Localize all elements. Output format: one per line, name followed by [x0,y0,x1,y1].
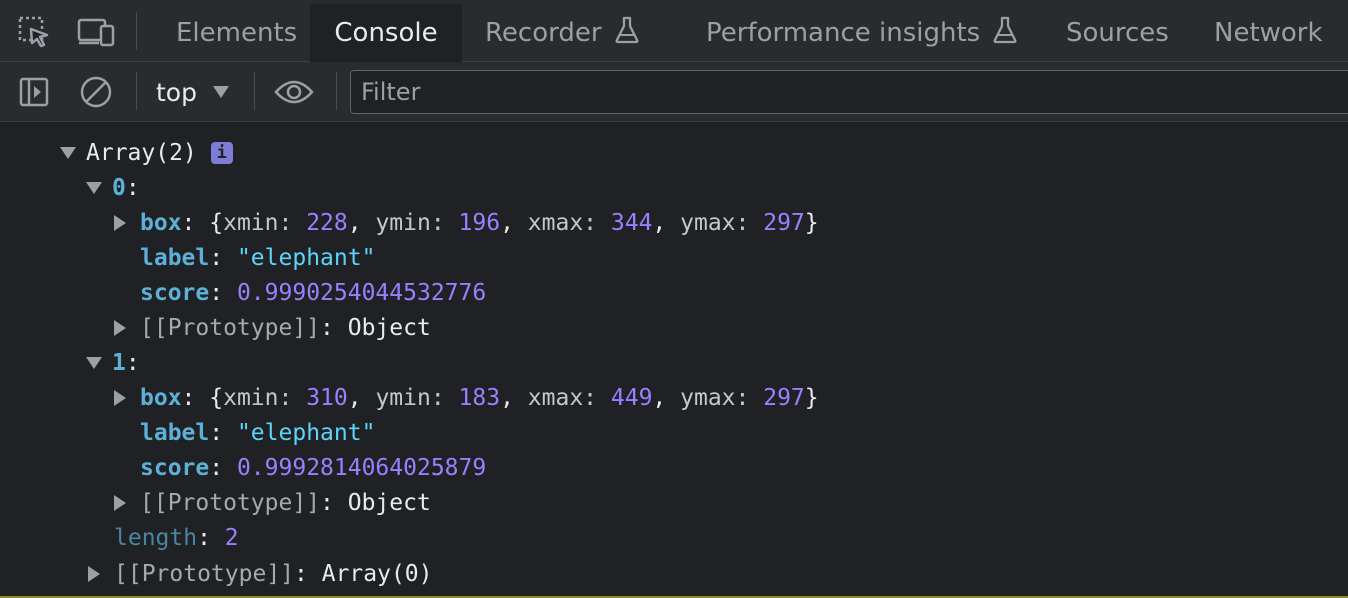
collapsed-triangle-icon[interactable] [88,565,100,582]
device-toolbar-icon[interactable] [76,12,116,52]
tab-recorder[interactable]: Recorder [485,4,645,62]
prototype-row[interactable]: [[Prototype]]: Object [114,310,431,345]
array-item-index-row[interactable]: 0: [86,170,140,205]
prototype-row[interactable]: [[Prototype]]: Object [114,485,431,520]
info-icon[interactable]: i [210,141,233,164]
tab-console[interactable]: Console [310,4,462,62]
tab-elements[interactable]: Elements [176,4,297,62]
clear-console-icon[interactable] [76,72,116,112]
box-property-row[interactable]: box: {xmin: 228, ymin: 196, xmax: 344, y… [114,205,819,240]
sidebar-toggle-icon[interactable] [14,72,54,112]
live-expression-icon[interactable] [272,72,316,112]
array-header-row[interactable]: Array(2) i [60,135,233,170]
box-property-row[interactable]: box: {xmin: 310, ymin: 183, xmax: 449, y… [114,380,819,415]
experimental-flask-icon [614,16,640,51]
toolbar-divider [254,72,255,110]
expand-triangle-icon[interactable] [86,181,102,194]
context-selector[interactable]: top [156,62,229,122]
score-property-row: score: 0.9992814064025879 [140,454,487,481]
collapsed-triangle-icon[interactable] [114,214,126,231]
toolbar-divider [336,72,337,110]
chevron-down-icon [212,86,229,98]
collapsed-triangle-icon[interactable] [114,494,126,511]
tab-sources[interactable]: Sources [1066,4,1176,62]
inspect-element-icon[interactable] [14,12,54,52]
toolbar-divider [136,12,137,50]
expand-triangle-icon[interactable] [86,356,102,369]
tab-performance-insights[interactable]: Performance insights [706,4,1017,62]
label-property-row: label: "elephant" [140,244,376,271]
filter-input[interactable] [350,70,1348,114]
console-output: Array(2) i 0: box: {xmin: 228, ymin: 196,… [0,122,1348,596]
length-property-row: length: 2 [114,524,239,551]
experimental-flask-icon [992,16,1018,51]
array-item-index-row[interactable]: 1: [86,345,140,380]
collapsed-triangle-icon[interactable] [114,389,126,406]
array-prototype-row[interactable]: [[Prototype]]: Array(0) [88,556,433,591]
score-property-row: score: 0.9990254044532776 [140,279,487,306]
collapsed-triangle-icon[interactable] [114,319,126,336]
devtools-tab-bar: Elements Console Recorder Performance in… [0,0,1348,62]
label-property-row: label: "elephant" [140,419,376,446]
tab-network[interactable]: Network [1214,4,1348,62]
toolbar-divider [136,72,137,110]
expand-triangle-icon[interactable] [60,146,76,159]
